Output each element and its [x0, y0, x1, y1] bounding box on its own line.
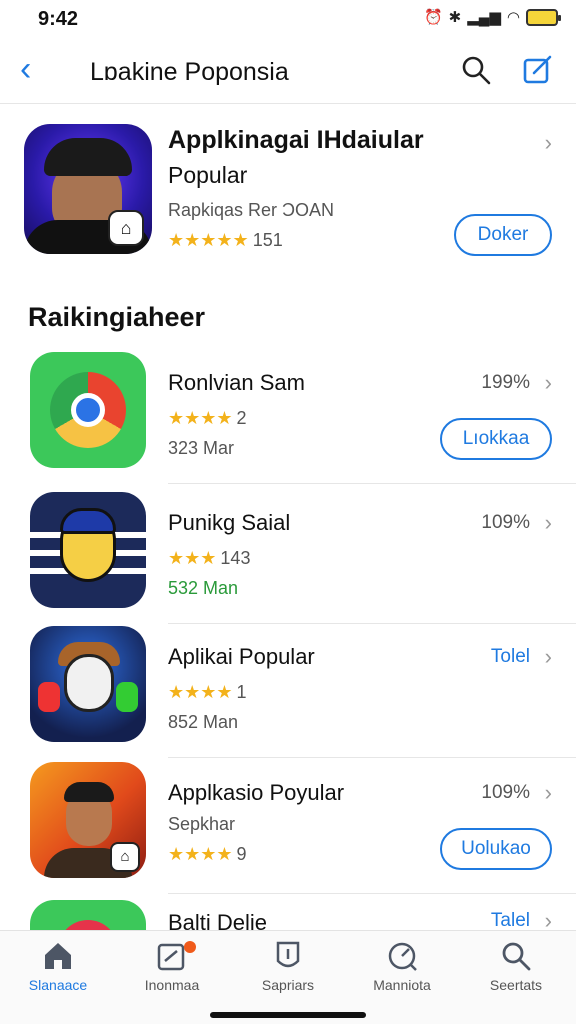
- browser-app-icon: [30, 352, 146, 468]
- rating-count: 2: [236, 408, 247, 428]
- icon-hand: [38, 682, 60, 712]
- bluetooth-icon: ✱: [448, 9, 462, 26]
- back-button[interactable]: ‹: [20, 52, 31, 86]
- chevron-right-icon[interactable]: ›: [545, 130, 552, 156]
- star-rating: ★★★★: [168, 408, 233, 428]
- compose-icon[interactable]: [522, 54, 554, 86]
- tab-home[interactable]: Slanaace: [8, 939, 108, 993]
- notification-badge: [184, 941, 196, 953]
- chevron-right-icon[interactable]: ›: [545, 780, 552, 806]
- tab-label: Manniota: [373, 977, 431, 993]
- app-size: 532 Man: [168, 578, 239, 598]
- alarm-icon: ⏰: [423, 9, 443, 26]
- gauge-icon: [388, 942, 417, 971]
- tab-label: Sapriars: [261, 977, 315, 993]
- featured-app-rating: ★★★★★ 151: [168, 230, 283, 251]
- tab-gauge[interactable]: Manniota: [352, 939, 452, 993]
- icon-hair: [60, 508, 116, 534]
- status-time: 9:42: [38, 8, 79, 30]
- chevron-right-icon[interactable]: ›: [545, 510, 552, 536]
- app-name: Punikg Saial: [168, 510, 291, 535]
- star-rating: ★★★★★: [168, 230, 249, 250]
- app-percent: 199%: [481, 372, 530, 393]
- app-name: Aplikai Popular: [168, 644, 315, 669]
- status-bar: 9:42 ⏰ ✱ ▂▄▆ ◠: [0, 0, 576, 40]
- tab-bar: Slanaace Inonmaa Sapriars Manniota Seert…: [0, 930, 576, 1024]
- tab-label: Slanaace: [28, 977, 88, 993]
- divider: [168, 757, 576, 758]
- nav-bar: ‹ Lɒakine Poponsia: [0, 40, 576, 104]
- featured-app-meta: Rapkiqas Rer ƆOAN: [168, 200, 335, 220]
- wifi-icon: ◠: [506, 9, 520, 26]
- app-rating: ★★★★ 9: [168, 844, 247, 865]
- list-item[interactable]: Balti Delie Talel ›: [0, 898, 576, 930]
- tab-inbox[interactable]: Inonmaa: [122, 939, 222, 993]
- portrait-app-icon: ⌂: [30, 762, 146, 878]
- tab-label: Seertats: [489, 977, 543, 993]
- chevron-right-icon[interactable]: ›: [545, 644, 552, 670]
- app-rating: ★★★★ 1: [168, 682, 247, 703]
- partial-app-icon: [30, 900, 146, 930]
- divider: [168, 893, 576, 894]
- app-size: 323 Mar: [168, 438, 235, 458]
- cap-illustration: [44, 138, 132, 176]
- rating-count: 143: [220, 548, 251, 568]
- featured-app[interactable]: ⌂ Applkinagai IHdaiular Popular Rapkiqas…: [0, 120, 576, 270]
- featured-app-subtitle: Popular: [168, 162, 248, 188]
- icon-hair: [64, 782, 114, 802]
- list-item[interactable]: Punikg Saial ★★★ 143 532 Man 109% ›: [0, 490, 576, 624]
- tab-label: Inonmaa: [144, 977, 200, 993]
- featured-app-name: Applkinagai IHdaiular: [168, 126, 424, 154]
- app-percent: 109%: [481, 512, 530, 533]
- divider: [168, 483, 576, 484]
- rating-count: 9: [236, 844, 247, 864]
- page-title: Lɒakine Poponsia: [90, 58, 289, 86]
- icon-hub: [71, 393, 105, 427]
- avatar-app-icon: [30, 492, 146, 608]
- home-indicator[interactable]: [210, 1012, 366, 1018]
- featured-get-button[interactable]: Doker: [454, 214, 552, 256]
- app-percent: Talel: [490, 910, 530, 930]
- chevron-right-icon[interactable]: ›: [545, 370, 552, 396]
- icon-blob: [58, 920, 118, 930]
- search-icon[interactable]: [460, 54, 492, 86]
- badge-icon: ⌂: [108, 210, 144, 246]
- star-rating: ★★★★: [168, 682, 233, 702]
- tab-shield[interactable]: Sapriars: [238, 939, 338, 993]
- app-get-button[interactable]: Uolukao: [440, 828, 552, 870]
- list-item[interactable]: Ronlvian Sam ★★★★ 2 323 Mar 199% › Lıokka…: [0, 350, 576, 484]
- search-icon: [502, 942, 531, 971]
- rating-count: 151: [252, 230, 283, 250]
- chevron-right-icon[interactable]: ›: [545, 908, 552, 930]
- star-rating: ★★★★: [168, 844, 233, 864]
- icon-face: [64, 654, 114, 712]
- icon-hand: [116, 682, 138, 712]
- app-size: 852 Man: [168, 712, 239, 732]
- featured-app-icon: ⌂: [24, 124, 152, 254]
- badge-icon: ⌂: [110, 842, 140, 872]
- app-name: Balti Delie: [168, 910, 268, 930]
- signal-icon: ▂▄▆: [467, 9, 501, 26]
- list-item[interactable]: ⌂ Applkasio Poyular Sepkhar ★★★★ 9 109% ›…: [0, 760, 576, 894]
- app-subtitle: Sepkhar: [168, 814, 236, 834]
- list-item[interactable]: Aplikai Popular ★★★★ 1 852 Man Tolel ›: [0, 624, 576, 758]
- app-name: Applkasio Poyular: [168, 780, 345, 805]
- shield-icon: [276, 941, 300, 968]
- cartoon-app-icon: [30, 626, 146, 742]
- app-percent: Tolel: [490, 646, 530, 667]
- home-icon: [45, 943, 71, 969]
- battery-icon: [526, 8, 561, 26]
- app-get-button[interactable]: Lıokkaa: [440, 418, 552, 460]
- rating-count: 1: [236, 682, 247, 702]
- app-percent: 109%: [481, 782, 530, 803]
- app-rating: ★★★ 143: [168, 548, 250, 569]
- tab-search[interactable]: Seertats: [466, 939, 566, 993]
- app-name: Ronlvian Sam: [168, 370, 305, 395]
- app-rating: ★★★★ 2: [168, 408, 247, 429]
- star-rating: ★★★: [168, 548, 217, 568]
- status-icons: ⏰ ✱ ▂▄▆ ◠: [423, 8, 561, 26]
- section-title: Raikingiaheer: [28, 302, 206, 332]
